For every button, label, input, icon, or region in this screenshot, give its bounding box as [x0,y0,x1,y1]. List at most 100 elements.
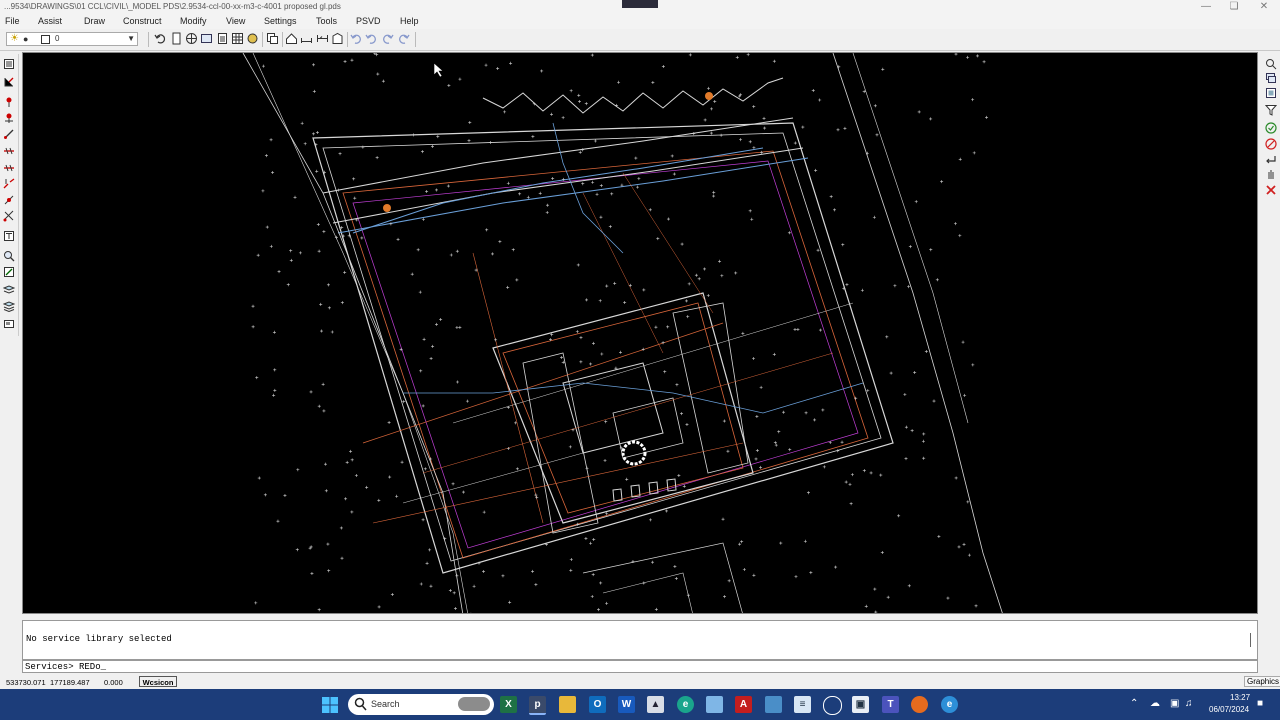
edge-icon[interactable]: e [677,696,694,713]
pointer-hand-icon[interactable] [1265,168,1277,180]
remote-desktop-icon[interactable]: ▣ [852,696,869,713]
survey-point [694,273,698,277]
volume-icon[interactable]: ♫ [1185,698,1193,709]
menu-settings[interactable]: Settings [264,16,297,26]
text-tool-icon[interactable] [3,230,15,242]
globe-icon[interactable] [185,32,198,45]
help-query-icon[interactable] [1265,58,1277,70]
word-icon[interactable]: W [618,696,635,713]
copy-view-icon[interactable] [1265,87,1277,99]
select-icon[interactable] [3,58,15,70]
command-prompt[interactable]: Services> REDo_ [25,662,106,672]
close-icon[interactable]: ✕ [1250,0,1278,14]
page-icon[interactable] [170,32,183,45]
maximize-icon[interactable]: ❏ [1220,0,1248,14]
accept-icon[interactable] [1265,122,1277,134]
window-icon[interactable] [200,32,213,45]
dimension-icon[interactable] [316,32,329,45]
edge-alt-icon[interactable]: e [941,696,958,713]
viewport-icon[interactable] [3,318,15,330]
pen-tool-icon[interactable] [3,128,15,140]
undo-step-icon[interactable] [365,32,378,45]
filter-icon[interactable] [1265,104,1277,116]
survey-point [670,154,674,158]
monitor-app-icon[interactable] [706,696,723,713]
window-stack-icon[interactable] [1265,72,1277,84]
trim-tool-icon[interactable] [3,210,15,222]
menu-tools[interactable]: Tools [316,16,337,26]
outlook-icon[interactable]: O [589,696,606,713]
graphics-indicator[interactable]: Graphics [1244,676,1280,687]
clock-time[interactable]: 13:27 [1230,693,1250,702]
redo-step-icon[interactable] [381,32,394,45]
cad-viewer-icon[interactable] [765,696,782,713]
menu-view[interactable]: View [226,16,245,26]
survey-point [818,328,822,332]
edit-pencil-icon[interactable] [3,266,15,278]
drawing-canvas[interactable] [22,52,1258,614]
menu-assist[interactable]: Assist [38,16,62,26]
survey-point [434,188,438,192]
grid-icon[interactable] [231,32,244,45]
minimize-icon[interactable]: — [1192,0,1220,14]
settings-app-icon[interactable] [823,696,842,715]
survey-point [672,172,676,176]
network-icon[interactable]: ▣ [1170,698,1179,709]
menu-modify[interactable]: Modify [180,16,207,26]
survey-point [897,514,901,518]
enter-icon[interactable] [1265,154,1277,166]
acrobat-icon[interactable]: A [735,696,752,713]
menu-draw[interactable]: Draw [84,16,105,26]
photo-viewer-icon[interactable]: ▲ [647,696,664,713]
redo-icon[interactable] [397,32,410,45]
cancel-icon[interactable] [1265,138,1277,150]
survey-point [453,607,457,611]
menu-construct[interactable]: Construct [123,16,162,26]
file-explorer-icon[interactable] [559,696,576,713]
survey-point [590,594,594,598]
clock-date[interactable]: 06/07/2024 [1209,705,1249,714]
building-icon[interactable] [331,32,344,45]
point-tool-icon[interactable] [3,96,15,108]
layer-tool-icon[interactable] [3,284,15,296]
wcsicon-toggle[interactable]: Wcsicon [139,676,177,687]
close-red-icon[interactable] [1265,184,1277,196]
survey-point [908,245,912,249]
copy-icon[interactable] [266,32,279,45]
hatch-tool-icon[interactable] [3,162,15,174]
taskbar-search[interactable]: Search [348,694,494,715]
undo-arrow-icon[interactable] [154,32,167,45]
stack-tool-icon[interactable] [3,300,15,312]
firefox-icon[interactable] [911,696,928,713]
teams-icon[interactable]: T [882,696,899,713]
notification-icon[interactable]: ■ [1257,698,1263,709]
undo-icon[interactable] [350,32,363,45]
survey-point [642,288,646,292]
break-tool-icon[interactable] [3,178,15,190]
windows-start-icon[interactable] [322,697,338,713]
edit-node-icon[interactable] [3,194,15,206]
survey-point [801,125,805,129]
node-tool-icon[interactable] [3,112,15,124]
notepad-icon[interactable]: ≡ [794,696,811,713]
survey-point [748,140,752,144]
pdf-app-icon[interactable]: p [529,696,546,715]
chevron-up-icon[interactable]: ⌃ [1130,698,1138,709]
menu-psvd[interactable]: PSVD [356,16,381,26]
command-line[interactable]: Services> REDo_ [22,660,1258,673]
zoom-tool-icon[interactable] [3,250,15,262]
line-tool-icon[interactable] [3,76,15,88]
command-scrollbar[interactable] [1250,633,1251,647]
survey-point [904,425,908,429]
polyline-tool-icon[interactable] [3,144,15,156]
menu-file[interactable]: File [5,16,20,26]
house-icon[interactable] [285,32,298,45]
document-icon[interactable] [216,32,229,45]
onedrive-icon[interactable]: ☁ [1150,698,1160,709]
measure-icon[interactable] [300,32,313,45]
layer-dropdown[interactable]: ☀ ● 0 ▼ [6,32,138,46]
render-icon[interactable] [246,32,259,45]
excel-icon[interactable]: X [500,696,517,713]
survey-point [886,595,890,599]
menu-help[interactable]: Help [400,16,419,26]
